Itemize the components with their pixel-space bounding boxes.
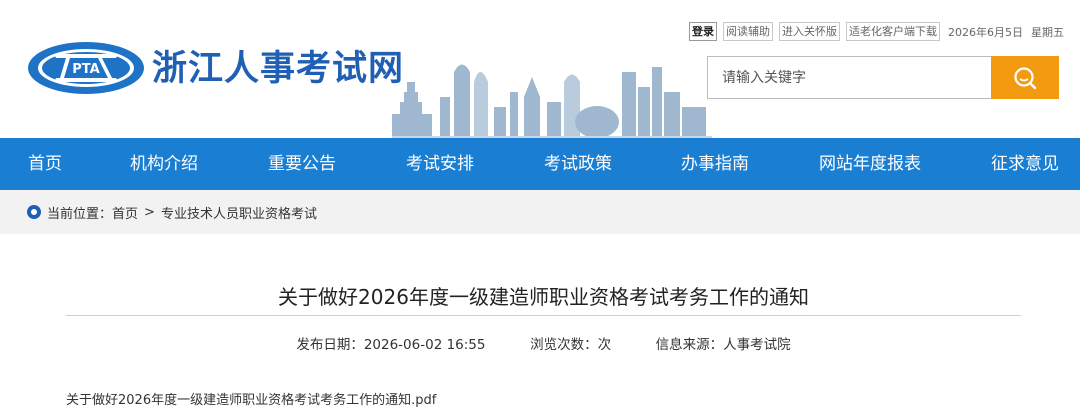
reading-aid-link[interactable]: 阅读辅助 bbox=[723, 22, 773, 41]
site-header: PTA 浙江人事考试网 登录 阅读辅助 进入关怀版 适老化客户端下载 2026年… bbox=[0, 0, 1080, 138]
breadcrumb-prefix: 当前位置： bbox=[47, 206, 113, 222]
title-divider bbox=[66, 315, 1021, 316]
source-value: 人事考试院 bbox=[723, 337, 791, 353]
source-label: 信息来源： bbox=[655, 337, 724, 353]
current-weekday: 星期五 bbox=[1031, 25, 1064, 39]
current-date: 2026年6月5日 bbox=[948, 25, 1023, 39]
top-utility-links: 登录 阅读辅助 进入关怀版 适老化客户端下载 2026年6月5日 星期五 bbox=[689, 22, 1064, 41]
nav-item-announcements[interactable]: 重要公告 bbox=[268, 138, 336, 190]
elderly-client-download-link[interactable]: 适老化客户端下载 bbox=[846, 22, 940, 41]
publish-date-label: 发布日期： bbox=[296, 337, 364, 353]
publish-date: 2026-06-02 16:55 bbox=[363, 337, 486, 353]
main-nav: 首页 机构介绍 重要公告 考试安排 考试政策 办事指南 网站年度报表 征求意见 bbox=[0, 138, 1080, 190]
nav-item-service-guide[interactable]: 办事指南 bbox=[681, 138, 749, 190]
logo-text: PTA bbox=[72, 62, 99, 77]
search-input[interactable] bbox=[707, 56, 991, 99]
breadcrumb-home-link[interactable]: 首页 bbox=[112, 203, 138, 222]
nav-item-exam-policy[interactable]: 考试政策 bbox=[544, 138, 612, 190]
site-name[interactable]: 浙江人事考试网 bbox=[152, 44, 404, 94]
attachment-pdf-link[interactable]: 关于做好2026年度一级建造师职业资格考试考务工作的通知.pdf bbox=[66, 389, 436, 408]
breadcrumb-current[interactable]: 专业技术人员职业资格考试 bbox=[161, 203, 317, 222]
nav-item-feedback[interactable]: 征求意见 bbox=[991, 138, 1059, 190]
location-pin-icon bbox=[27, 205, 41, 219]
login-link[interactable]: 登录 bbox=[689, 22, 717, 41]
search-icon bbox=[1014, 66, 1037, 89]
article-title: 关于做好2026年度一级建造师职业资格考试考务工作的通知 bbox=[278, 285, 809, 309]
nav-item-about[interactable]: 机构介绍 bbox=[130, 138, 198, 190]
breadcrumb: 当前位置： 首页 > 专业技术人员职业资格考试 bbox=[0, 190, 1080, 234]
breadcrumb-separator: > bbox=[144, 204, 155, 220]
views-label: 浏览次数： bbox=[530, 337, 598, 353]
search-button[interactable] bbox=[991, 56, 1059, 99]
pta-logo-icon[interactable]: PTA bbox=[26, 40, 146, 96]
views-unit: 次 bbox=[597, 337, 612, 353]
care-mode-link[interactable]: 进入关怀版 bbox=[779, 22, 840, 41]
nav-item-home[interactable]: 首页 bbox=[28, 138, 62, 190]
nav-item-exam-schedule[interactable]: 考试安排 bbox=[406, 138, 474, 190]
article-meta: 发布日期：2026-06-02 16:55 浏览次数：次 信息来源：人事考试院 bbox=[66, 333, 1021, 353]
city-skyline-image bbox=[392, 64, 712, 138]
nav-item-annual-report[interactable]: 网站年度报表 bbox=[819, 138, 921, 190]
